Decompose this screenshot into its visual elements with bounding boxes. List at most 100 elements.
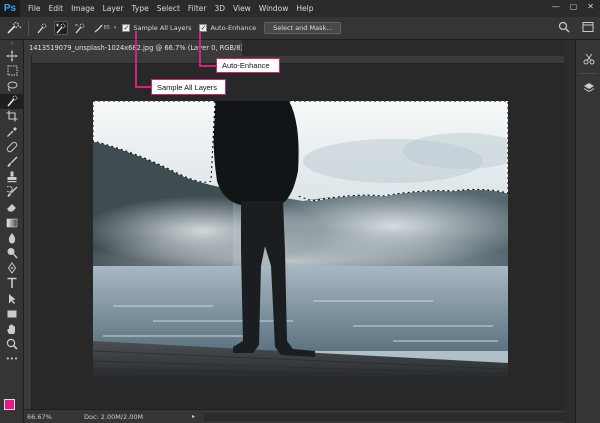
path-selection-tool[interactable] — [0, 291, 24, 306]
menu-select[interactable]: Select — [157, 4, 180, 13]
auto-enhance-callout: Auto-Enhance — [216, 58, 280, 73]
menu-edit[interactable]: Edit — [49, 4, 64, 13]
menu-filter[interactable]: Filter — [188, 4, 207, 13]
crop-tool[interactable] — [0, 109, 24, 124]
sample-all-layers-checkbox[interactable]: ✓ Sample All Layers — [122, 24, 191, 32]
panel-dock-strip — [564, 40, 575, 423]
callout-connector — [135, 31, 137, 87]
auto-enhance-check[interactable]: ✓ — [199, 24, 208, 32]
brush-size-value: 85 — [103, 25, 110, 31]
workspace-icon[interactable] — [582, 21, 594, 33]
document-size: Doc: 2.00M/2.00M — [84, 412, 144, 421]
callout-connector — [135, 86, 151, 88]
new-selection-icon — [37, 23, 47, 33]
auto-enhance-label: Auto-Enhance — [210, 24, 257, 32]
search-icon[interactable] — [558, 21, 570, 33]
rectangle-tool[interactable] — [0, 306, 24, 321]
type-icon — [7, 278, 17, 289]
menu-window[interactable]: Window — [259, 4, 289, 13]
hand-tool[interactable] — [0, 321, 24, 336]
select-and-mask-button[interactable]: Select and Mask... — [264, 22, 342, 34]
marquee-tool[interactable] — [0, 63, 24, 78]
menu-help[interactable]: Help — [296, 4, 313, 13]
history-brush-tool[interactable] — [0, 185, 24, 200]
hand-icon — [7, 324, 15, 334]
gradient-tool[interactable] — [0, 215, 24, 230]
close-button[interactable]: ✕ — [587, 2, 594, 11]
photoshop-window: Ps File Edit Image Layer Type Select Fil… — [0, 0, 600, 423]
stamp-icon — [7, 171, 17, 183]
photo-image — [93, 101, 508, 377]
layers-panel-button[interactable] — [576, 77, 600, 99]
pen-icon — [7, 262, 17, 275]
auto-enhance-checkbox[interactable]: ✓ Auto-Enhance — [199, 24, 256, 32]
photoshop-logo: Ps — [0, 0, 20, 17]
zoom-level[interactable]: 66.67% — [24, 413, 54, 421]
foreground-color-swatch[interactable] — [4, 399, 15, 410]
scissors-icon — [583, 53, 594, 65]
menu-type[interactable]: Type — [132, 4, 149, 13]
sample-all-layers-callout: Sample All Layers — [151, 79, 226, 95]
add-to-selection-button[interactable] — [53, 21, 68, 35]
menu-image[interactable]: Image — [71, 4, 95, 13]
callout-connector — [199, 65, 216, 67]
separator — [579, 73, 597, 74]
brush-icon — [7, 156, 18, 167]
zoom-icon — [6, 338, 18, 350]
type-tool[interactable] — [0, 276, 24, 291]
add-selection-icon — [56, 23, 66, 33]
maximize-button[interactable]: ▢ — [570, 2, 578, 11]
quick-selection-tool[interactable] — [0, 93, 24, 109]
crop-icon — [6, 110, 18, 122]
dodge-icon — [7, 248, 18, 259]
menu-items: File Edit Image Layer Type Select Filter… — [20, 4, 314, 13]
menu-3d[interactable]: 3D — [214, 4, 225, 13]
arrow-pointer-icon — [9, 293, 16, 304]
photo-canvas[interactable] — [93, 101, 508, 377]
menu-view[interactable]: View — [233, 4, 251, 13]
tools-panel-button[interactable] — [576, 48, 600, 70]
options-bar: ▾ 85 ▾ ✓ Sample All Layers ✓ Auto-Enhanc… — [0, 17, 600, 40]
eyedropper-icon — [7, 126, 17, 137]
quick-selection-tool-icon — [7, 22, 19, 34]
menu-layer[interactable]: Layer — [103, 4, 124, 13]
minimize-button[interactable]: — — [552, 2, 560, 11]
chevron-down-icon[interactable]: ▾ — [19, 25, 22, 31]
horizontal-ruler — [24, 56, 564, 64]
dodge-tool[interactable] — [0, 245, 24, 260]
quick-selection-icon — [7, 95, 18, 107]
horizontal-scrollbar[interactable] — [204, 413, 564, 421]
right-panel-dock — [575, 40, 600, 423]
separator — [27, 20, 29, 36]
eraser-tool[interactable] — [0, 200, 24, 215]
document-tab[interactable]: 1413519079_unsplash-1024x682.jpg @ 66.7%… — [24, 40, 242, 56]
menu-bar: Ps File Edit Image Layer Type Select Fil… — [0, 0, 600, 17]
bandage-icon — [6, 141, 18, 152]
panel-collapse-icon[interactable]: » — [0, 40, 24, 48]
clone-stamp-tool[interactable] — [0, 170, 24, 185]
status-menu-arrow-icon[interactable]: ▸ — [192, 413, 195, 420]
subtract-from-selection-button[interactable] — [73, 21, 87, 35]
healing-brush-tool[interactable] — [0, 139, 24, 154]
marquee-icon — [7, 65, 17, 76]
options-right — [558, 21, 594, 33]
blur-tool[interactable] — [0, 230, 24, 245]
zoom-tool[interactable] — [0, 337, 24, 352]
drop-icon — [8, 232, 16, 244]
move-tool[interactable] — [0, 48, 24, 63]
more-icon: ••• — [5, 355, 19, 364]
new-selection-button[interactable] — [35, 21, 49, 35]
subtract-selection-icon — [75, 23, 85, 33]
quick-mask-button[interactable] — [4, 416, 20, 422]
rectangle-icon — [7, 310, 17, 318]
brush-tool[interactable] — [0, 154, 24, 169]
pen-tool[interactable] — [0, 261, 24, 276]
eyedropper-tool[interactable] — [0, 124, 24, 139]
more-tools[interactable]: ••• — [0, 352, 24, 367]
lasso-tool[interactable] — [0, 78, 24, 93]
menu-file[interactable]: File — [28, 4, 41, 13]
brush-chevron-icon[interactable]: ▾ — [114, 25, 117, 31]
callout-connector — [199, 31, 201, 66]
sample-all-layers-check[interactable]: ✓ — [122, 24, 131, 32]
tools-panel: » ••• — [0, 40, 24, 423]
